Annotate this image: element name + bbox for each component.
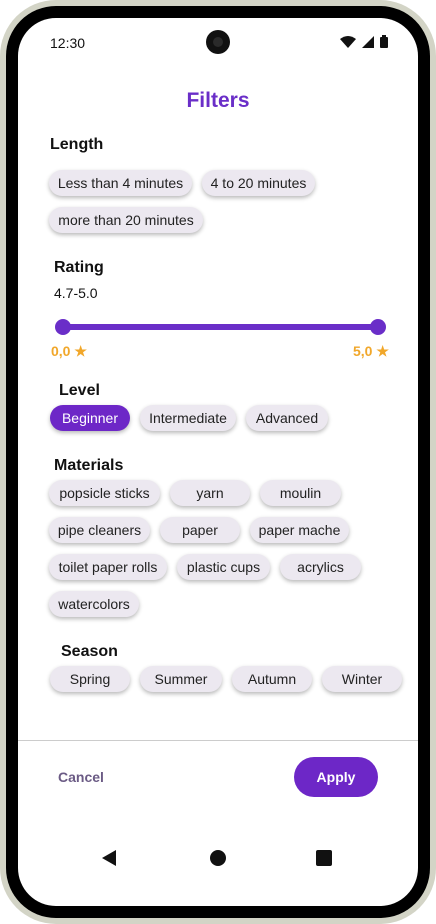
rating-slider-track[interactable] [63, 324, 378, 330]
battery-icon [380, 35, 388, 48]
status-icons [340, 35, 388, 48]
chip-moulin[interactable]: moulin [260, 480, 341, 506]
star-icon: ★ [74, 343, 87, 359]
section-materials-title: Materials [54, 457, 124, 474]
apply-button[interactable]: Apply [294, 757, 378, 797]
back-icon[interactable] [101, 850, 117, 866]
rating-range-text: 4.7-5.0 [54, 285, 98, 301]
rating-min-label: 0,0 ★ [51, 343, 87, 360]
camera-cutout [206, 30, 230, 54]
chip-yarn[interactable]: yarn [170, 480, 250, 506]
chip-popsicle-sticks[interactable]: popsicle sticks [49, 480, 160, 506]
recents-icon[interactable] [316, 850, 332, 866]
chip-less-than-4-minutes[interactable]: Less than 4 minutes [49, 170, 192, 196]
chip-pipe-cleaners[interactable]: pipe cleaners [49, 517, 150, 543]
cancel-button[interactable]: Cancel [58, 769, 104, 785]
page-title: Filters [186, 89, 250, 112]
home-icon[interactable] [210, 850, 226, 866]
rating-slider-thumb-high[interactable] [370, 319, 386, 335]
status-time: 12:30 [50, 35, 86, 51]
section-level-title: Level [59, 382, 100, 399]
section-rating-title: Rating [54, 259, 104, 276]
rating-slider-thumb-low[interactable] [55, 319, 71, 335]
chip-autumn[interactable]: Autumn [232, 666, 312, 692]
section-season-title: Season [61, 643, 118, 660]
footer-divider [18, 740, 418, 741]
chip-paper-mache[interactable]: paper mache [250, 517, 349, 543]
chip-advanced[interactable]: Advanced [246, 405, 328, 431]
chip-spring[interactable]: Spring [50, 666, 130, 692]
chip-winter[interactable]: Winter [322, 666, 402, 692]
chip-acrylics[interactable]: acrylics [280, 554, 361, 580]
section-length-title: Length [50, 136, 104, 153]
wifi-icon [340, 35, 356, 48]
star-icon: ★ [376, 343, 389, 359]
chip-intermediate[interactable]: Intermediate [140, 405, 236, 431]
chip-toilet-paper-rolls[interactable]: toilet paper rolls [49, 554, 167, 580]
chip-summer[interactable]: Summer [140, 666, 222, 692]
rating-max-label: 5,0 ★ [353, 343, 389, 360]
signal-icon [362, 35, 374, 48]
chip-more-than-20-minutes[interactable]: more than 20 minutes [49, 207, 203, 233]
chip-beginner[interactable]: Beginner [50, 405, 130, 431]
rating-min-value: 0,0 [51, 343, 71, 359]
chip-watercolors[interactable]: watercolors [49, 591, 139, 617]
screen: 12:30 Filters Length Less than 4 minutes… [18, 18, 418, 906]
chip-plastic-cups[interactable]: plastic cups [177, 554, 270, 580]
chip-paper[interactable]: paper [160, 517, 240, 543]
chip-4-to-20-minutes[interactable]: 4 to 20 minutes [202, 170, 315, 196]
rating-max-value: 5,0 [353, 343, 373, 359]
